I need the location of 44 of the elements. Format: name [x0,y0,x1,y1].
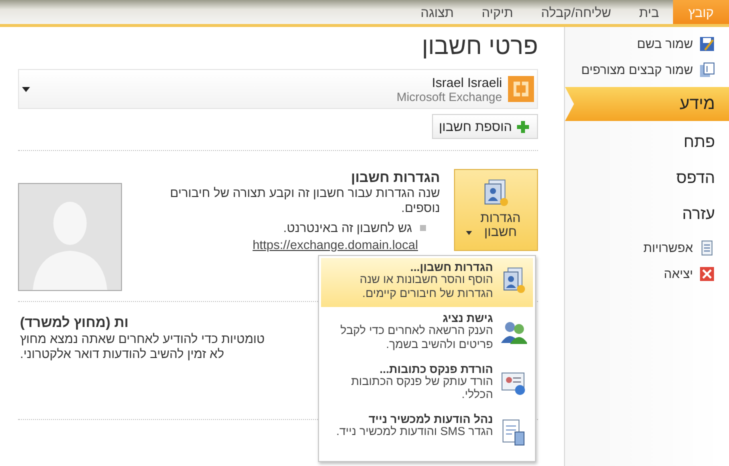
section-description: שנה הגדרות עבור חשבון זה וקבע תצורה של חיבורים נוספים. [169,186,440,216]
bullet-icon [420,224,426,230]
add-account-button[interactable]: הוספת חשבון [432,114,538,139]
caret-icon [22,86,30,92]
ribbon-tab[interactable]: שליחה/קבלה [527,0,626,24]
menu-item-title: גישת נציג [442,312,493,325]
account-type: Microsoft Exchange [396,90,502,104]
attachment-icon [699,62,715,78]
account-settings-button[interactable]: הגדרות חשבון [454,168,538,250]
ribbon-tab[interactable]: בית [625,0,673,24]
exchange-icon [508,76,534,102]
save-as-icon [699,36,715,52]
avatar-icon [18,182,122,290]
sidebar-tab[interactable]: הדפס [565,161,729,197]
menu-item-description: הוסף והסר חשבונות או שנה הגדרות של חיבורים קיימים. [358,274,493,302]
sidebar-command[interactable]: שמור בשם [565,31,729,57]
section-description: לא זמין להשיב להודעות דואר אלקטרוני. [20,347,224,363]
sidebar-command[interactable]: אפשרויות [565,235,729,261]
sidebar-command[interactable]: שמור קבצים מצורפים [565,57,729,83]
sidebar-command[interactable]: יציאה [565,261,729,287]
bullet-text: גש לחשבון זה באינטרנט. [283,220,412,234]
section-heading: ות (מחוץ למשרד) [20,314,129,330]
options-icon [699,240,715,256]
menu-item-title: הגדרות חשבון... [409,262,493,274]
menu-item-title: הורדת פנקס כתובות... [378,364,493,376]
section-heading: הגדרות חשבון [350,168,440,184]
web-link[interactable]: https://exchange.domain.local [252,238,418,252]
menu-item-description: הגדר SMS והודעות למכשיר נייד. [336,426,493,440]
sidebar-tab[interactable]: עזרה [565,197,729,233]
ribbon-tab[interactable]: תצוגה [406,0,468,24]
menu-item-description: הורד עותק של פנקס הכתובות הכללי. [350,376,493,404]
menu-item[interactable]: הגדרות חשבון... הוסף והסר חשבונות או שנה הגדרות של חיבורים קיימים. [321,258,533,307]
sidebar-tab[interactable]: מידע [565,87,729,121]
account-name: Israel Israeli [430,74,502,90]
ribbon-tab[interactable]: תיקיה [468,0,528,24]
menu-item-title: נהל הודעות למכשיר נייד [368,414,493,426]
account-selector[interactable]: Israel Israeli Microsoft Exchange [18,69,538,109]
section-description: טומטיות כדי להודיע לאחרים שאתה נמצא מחוץ [20,332,265,348]
page-title: פרטי חשבון [420,33,538,62]
menu-item-description: הענק הרשאה לאחרים כדי לקבל פריטים ולהשיב בשמך. [339,324,493,352]
caret-icon [466,231,472,236]
sidebar-tab[interactable]: פתח [565,125,729,161]
exit-icon [699,266,715,282]
plus-icon [515,118,531,134]
